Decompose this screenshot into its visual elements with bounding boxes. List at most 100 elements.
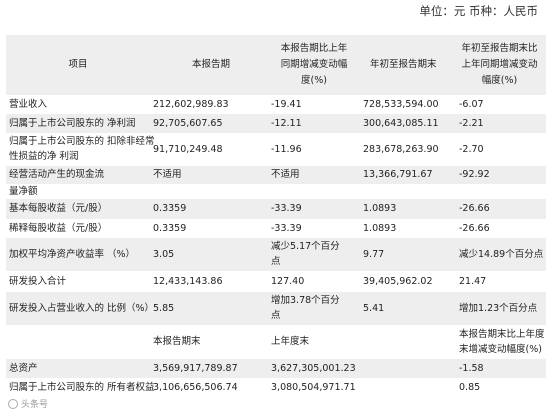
table-row: 研发投入占营业收入的 比例（%） 5.85 增加3.78个百分 点 5.41 增… [6,292,546,325]
row-change-line: 点 [271,310,281,321]
watermark: 头条号 [8,397,48,410]
row-change: -33.39 [271,203,302,214]
row-ytd-change: -2.70 [459,143,484,155]
row-label: 营业收入 [9,98,48,110]
row-change: -12.11 [271,117,302,129]
row-label-line: 性损益的净 利润 [9,151,79,162]
row-ytd: 1.0893 [363,203,397,214]
subheader-change: 本报告期末比上年度 末增减变动幅度(%) [456,325,546,359]
table-row: 归属于上市公司股东的 所有者权益 3,106,656,506.74 3,080,… [6,378,546,397]
row-change: -19.41 [271,98,302,110]
subheader-prior-year-end: 上年度末 [271,336,310,347]
header-ytd-change-line: 上年同期增减变动 [461,59,538,70]
row-ytd: 728,533,594.00 [363,98,439,110]
row-change: 127.40 [271,275,305,287]
row-change: 增加3.78个百分 点 [268,292,360,325]
row-ytd-change: -26.66 [459,222,490,234]
table-subheader: 本报告期末 上年度末 本报告期末比上年度 末增减变动幅度(%) [6,325,546,359]
row-current: 5.85 [153,302,175,314]
row-ytd-change: -6.07 [459,98,484,110]
table-row: 营业收入 212,602,989.83 -19.41 728,533,594.0… [6,95,546,114]
row-current: 0.3359 [153,222,187,234]
row-label-line: 归属于上市公司股东的 扣除非经常 [9,136,155,147]
table-row: 基本每股收益（元/股） 0.3359 -33.39 1.0893 -26.66 [6,199,546,219]
row-current: 92,705,607.65 [153,117,223,129]
row-change-line: 减少5.17个百分 [271,241,340,252]
row-current: 212,602,989.83 [153,98,229,110]
header-ytd-change-line: 幅度(%) [481,75,518,86]
subheader-blank [360,325,456,359]
row-change-line: 点 [271,256,281,267]
row-ytd: 283,678,263.90 [363,143,439,155]
table-row: 加权平均净资产收益率 （%） 3.05 减少5.17个百分 点 9.77 减少1… [6,238,546,271]
row-prior-year-end: 3,627,305,001.23 [271,362,356,374]
row-ytd: 13,366,791.67 [363,169,433,180]
header-ytd-change-line: 年初至报告期末比 [461,43,538,54]
row-change: 不适用 [271,169,300,180]
header-ytd: 年初至报告期末 [370,59,437,70]
row-ytd: 39,405,962.02 [363,275,433,287]
row-label: 研发投入合计 [9,275,67,287]
row-ytd-change: -26.66 [459,203,490,214]
row-label: 经营活动产生的现金流 [9,169,105,180]
row-blank [360,359,456,378]
row-current: 不适用 [153,169,182,180]
row-ytd: 300,643,085.11 [363,117,439,129]
watermark-text: 头条号 [21,400,49,410]
row-ytd-change: 21.47 [459,275,487,287]
subheader-current-end: 本报告期末 [153,336,201,347]
row-ytd: 1.0893 [363,222,397,234]
header-change-line: 同期增减变动幅 [280,59,348,70]
row-label: 归属于上市公司股东的 净利润 [9,117,136,129]
row-current-end: 3,106,656,506.74 [153,381,238,393]
row-ytd [360,184,456,199]
row-change: 0.85 [459,381,481,393]
row-change: 减少5.17个百分 点 [268,238,360,271]
row-current [150,184,268,199]
row-label: 加权平均净资产收益率 （%） [9,248,136,260]
table-header: 项目 本报告期 本报告期比上年 同期增减变动幅 度(%) 年初至报告期末 年初至… [6,35,546,95]
row-change: -11.96 [271,143,302,155]
row-blank [360,378,456,397]
row-ytd-change: -2.21 [459,117,484,129]
row-current: 91,710,249.48 [153,143,223,155]
subheader-change-line: 本报告期末比上年度 [459,328,545,340]
watermark-icon [8,398,18,409]
header-current: 本报告期 [192,59,231,70]
row-ytd-change [456,184,546,199]
header-ytd-change: 年初至报告期末比 上年同期增减变动 幅度(%) [456,35,546,95]
table-row: 稀释每股收益（元/股） 0.3359 -33.39 1.0893 -26.66 [6,219,546,238]
row-change: -33.39 [271,222,302,234]
row-prior-year-end: 3,080,504,971.71 [271,381,356,393]
row-label: 研发投入占营业收入的 比例（%） [9,302,155,314]
row-label: 量净额 [9,185,38,197]
row-label: 归属于上市公司股东的 扣除非经常 性损益的净 利润 [6,133,155,166]
financial-table: 项目 本报告期 本报告期比上年 同期增减变动幅 度(%) 年初至报告期末 年初至… [6,35,546,397]
row-label: 稀释每股收益（元/股） [9,222,108,234]
row-label: 归属于上市公司股东的 所有者权益 [9,381,155,393]
table-row: 总资产 3,569,917,789.87 3,627,305,001.23 -1… [6,359,546,378]
row-change-line: 增加3.78个百分 [271,295,340,306]
row-current-end: 3,569,917,789.87 [153,362,238,374]
row-ytd-change: 减少14.89个百分点 [459,248,544,260]
row-change: -1.58 [459,362,484,374]
row-label: 总资产 [9,362,38,374]
header-change-line: 度(%) [301,75,327,86]
header-change: 本报告期比上年 同期增减变动幅 度(%) [268,35,360,95]
table-row: 量净额 [6,184,546,199]
row-current: 3.05 [153,248,175,260]
row-change [268,184,360,199]
header-change-line: 本报告期比上年 [280,43,348,54]
row-ytd: 5.41 [363,302,385,314]
row-ytd-change: 增加1.23个百分点 [459,302,538,314]
subheader-change-line: 末增减变动幅度(%) [459,343,542,355]
row-current: 12,433,143.86 [153,275,223,287]
row-ytd-change: -92.92 [459,169,490,180]
subheader-item [6,325,150,359]
row-ytd: 9.77 [363,248,385,260]
table-row: 归属于上市公司股东的 扣除非经常 性损益的净 利润 91,710,249.48 … [6,133,546,166]
unit-label: 单位：元 币种：人民币 [419,4,538,18]
table-row: 研发投入合计 12,433,143.86 127.40 39,405,962.0… [6,271,546,292]
row-current: 0.3359 [153,203,187,214]
header-item: 项目 [68,59,88,70]
